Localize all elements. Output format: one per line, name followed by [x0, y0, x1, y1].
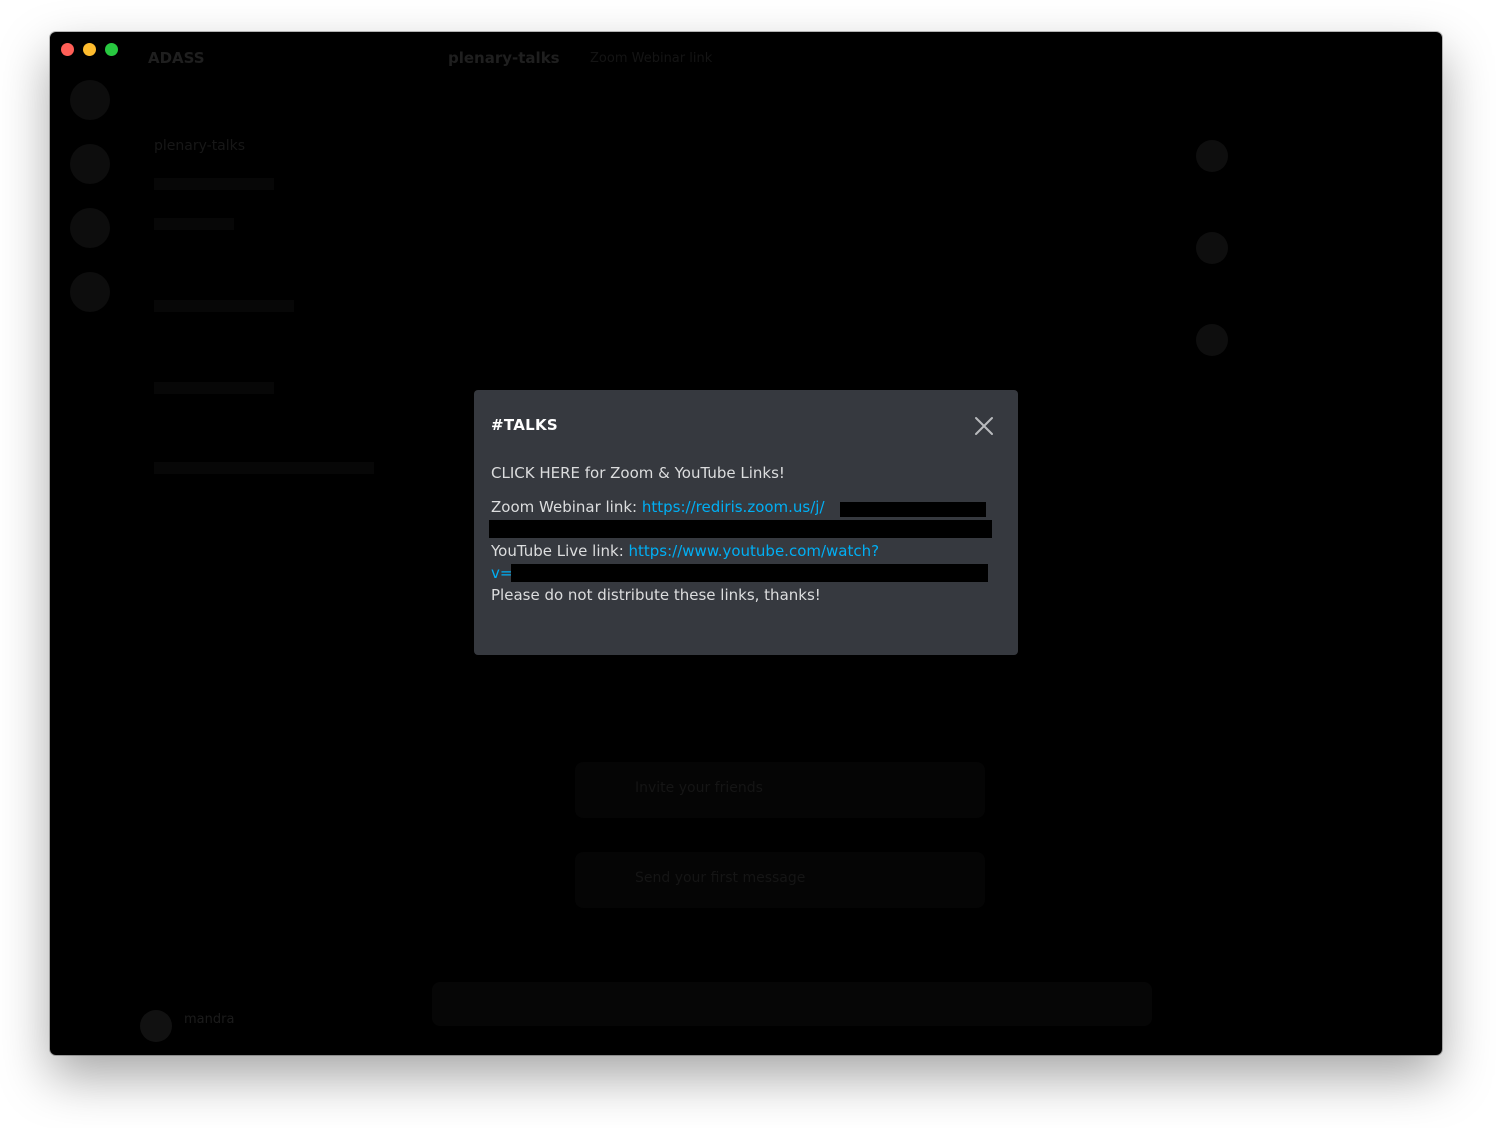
- server-name[interactable]: ADASS: [148, 49, 205, 67]
- window-close-button[interactable]: [61, 43, 74, 56]
- redaction-bar: [511, 564, 988, 582]
- invite-friends-card[interactable]: Invite your friends: [575, 762, 985, 818]
- server-list: [66, 80, 114, 336]
- close-button[interactable]: [972, 414, 996, 438]
- member-avatar[interactable]: [1196, 324, 1228, 356]
- redaction-bar: [840, 502, 986, 517]
- user-name: mandra: [184, 1012, 235, 1027]
- avatar[interactable]: [140, 1010, 172, 1042]
- sidebar-item[interactable]: [154, 462, 374, 474]
- window-controls: [61, 43, 118, 56]
- youtube-link-line: YouTube Live link: https://www.youtube.c…: [491, 540, 996, 562]
- header-channel-name: plenary-talks: [448, 49, 560, 67]
- window-maximize-button[interactable]: [105, 43, 118, 56]
- zoom-link[interactable]: https://rediris.zoom.us/j/: [642, 498, 825, 516]
- youtube-link-id[interactable]: v=: [491, 564, 512, 582]
- server-icon[interactable]: [70, 144, 110, 184]
- header-topic[interactable]: Zoom Webinar link: [590, 51, 712, 66]
- sidebar-item[interactable]: [154, 300, 294, 312]
- zoom-link-label: Zoom Webinar link:: [491, 498, 642, 516]
- sidebar-item-plenary-talks[interactable]: plenary-talks: [154, 138, 245, 154]
- message-composer[interactable]: [432, 982, 1152, 1026]
- sidebar-item[interactable]: [154, 178, 274, 190]
- invite-friends-label: Invite your friends: [635, 780, 763, 796]
- window-minimize-button[interactable]: [83, 43, 96, 56]
- server-icon[interactable]: [70, 80, 110, 120]
- youtube-link[interactable]: https://www.youtube.com/watch?: [629, 542, 880, 560]
- channel-topic-modal: #TALKS CLICK HERE for Zoom & YouTube Lin…: [474, 390, 1018, 655]
- member-avatar[interactable]: [1196, 232, 1228, 264]
- sidebar-item[interactable]: [154, 218, 234, 230]
- redaction-bar: [489, 520, 992, 538]
- modal-title: #TALKS: [491, 416, 559, 434]
- app-window: ADASS plenary-talks Zoom Webinar link pl…: [50, 32, 1442, 1055]
- modal-footer-note: Please do not distribute these links, th…: [491, 586, 821, 604]
- server-icon[interactable]: [70, 208, 110, 248]
- first-message-card[interactable]: Send your first message: [575, 852, 985, 908]
- server-icon[interactable]: [70, 272, 110, 312]
- member-avatar[interactable]: [1196, 140, 1228, 172]
- youtube-link-label: YouTube Live link:: [491, 542, 629, 560]
- first-message-label: Send your first message: [635, 870, 806, 886]
- sidebar-item[interactable]: [154, 382, 274, 394]
- close-icon: [975, 417, 993, 435]
- modal-headline: CLICK HERE for Zoom & YouTube Links!: [491, 464, 785, 482]
